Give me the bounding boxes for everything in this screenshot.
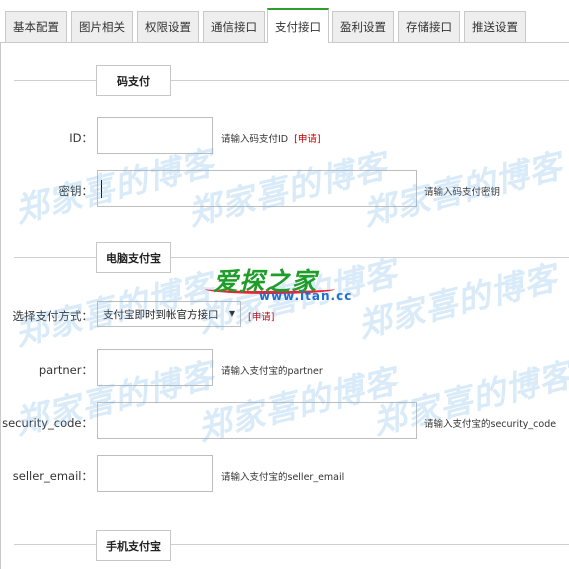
tab-basic-config[interactable]: 基本配置 [5, 11, 67, 42]
tab-communication[interactable]: 通信接口 [203, 11, 265, 42]
id-apply-link[interactable]: [申请] [294, 134, 320, 145]
dropdown-arrow-icon: ▼ [228, 309, 235, 318]
section-title-code-pay: 码支付 [96, 65, 171, 96]
tab-push[interactable]: 推送设置 [464, 11, 526, 42]
pay-method-apply-link[interactable]: [申请] [248, 312, 274, 323]
payment-settings-panel [0, 42, 569, 569]
partner-input[interactable] [97, 349, 213, 386]
tab-profit[interactable]: 盈利设置 [332, 11, 394, 42]
security-code-input[interactable] [97, 402, 417, 439]
seller-email-hint: 请输入支付宝的seller_email [221, 472, 345, 483]
partner-hint: 请输入支付宝的partner [221, 366, 323, 377]
tab-image-settings[interactable]: 图片相关 [71, 11, 133, 42]
secret-input[interactable] [97, 170, 417, 207]
pay-method-selected: 支付宝即时到帐官方接口 [103, 308, 219, 321]
security-code-label: security_code： [2, 416, 93, 430]
pay-method-label: 选择支付方式： [12, 309, 94, 323]
pay-method-hint: [申请] [248, 309, 274, 323]
tab-bar: 基本配置 图片相关 权限设置 通信接口 支付接口 盈利设置 存储接口 推送设置 [0, 0, 569, 43]
seller-email-input[interactable] [97, 455, 213, 492]
section-title-pc-alipay: 电脑支付宝 [96, 242, 171, 273]
tab-storage[interactable]: 存储接口 [398, 11, 460, 42]
tab-permissions[interactable]: 权限设置 [137, 11, 199, 42]
security-code-hint: 请输入支付宝的security_code [424, 419, 557, 430]
seller-email-label: seller_email： [12, 469, 93, 483]
section-title-mobile-alipay: 手机支付宝 [96, 530, 171, 561]
tab-payment[interactable]: 支付接口 [267, 8, 329, 43]
id-hint: 请输入码支付ID [申请] [221, 134, 321, 145]
partner-label: partner： [38, 363, 93, 377]
id-label: ID： [69, 131, 93, 145]
secret-hint: 请输入码支付密钥 [424, 187, 501, 198]
secret-label: 密钥： [58, 184, 94, 198]
text-caret [101, 180, 102, 198]
id-input[interactable] [97, 117, 213, 154]
pay-method-select[interactable]: 支付宝即时到帐官方接口 ▼ [97, 301, 241, 327]
